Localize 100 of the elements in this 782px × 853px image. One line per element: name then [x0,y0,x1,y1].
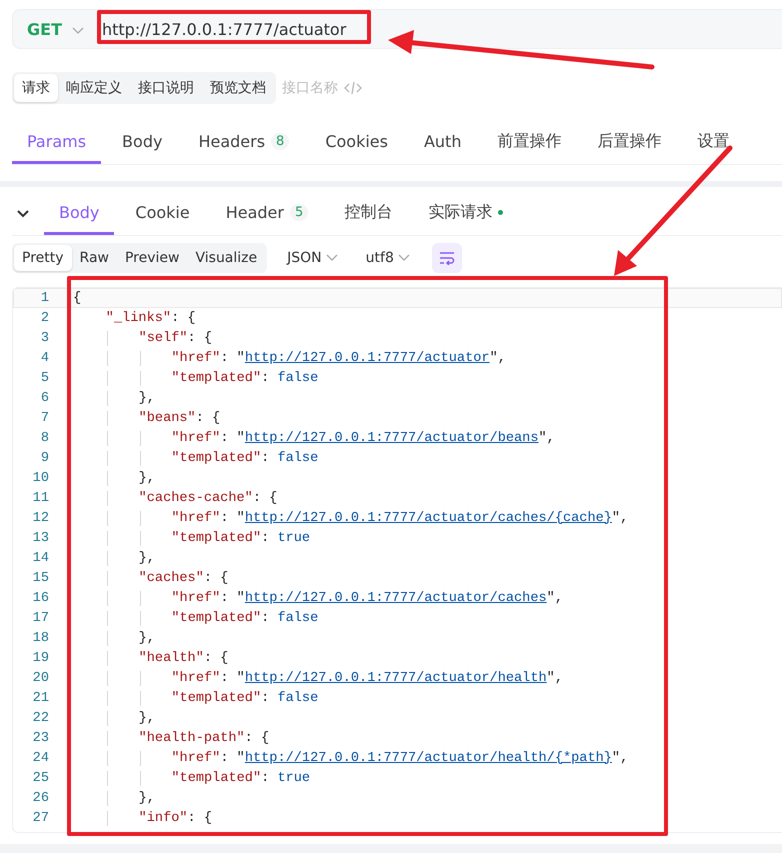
code-token: "templated" [171,770,262,786]
code-token: : " [220,510,245,526]
code-token: true [277,770,310,786]
code-token: "templated" [171,450,262,466]
code-token: true [277,530,310,546]
line-number: 20 [32,670,50,686]
code-token: "href" [171,510,220,526]
code-token: ", [538,430,555,446]
url-field[interactable]: http://127.0.0.1:7777/actuator [102,20,346,38]
line-number: 8 [40,430,50,446]
count-badge: 8 [271,133,290,150]
code-token: : [261,530,270,546]
code-token: "caches" [138,570,204,586]
code-link[interactable]: http://127.0.0.1:7777/actuator/caches/{cache} [244,510,612,526]
code-link[interactable]: http://127.0.0.1:7777/actuator/beans [244,430,539,446]
code-token: "templated" [171,530,262,546]
encoding-select[interactable]: utf8 [358,245,418,271]
code-link[interactable]: http://127.0.0.1:7777/actuator/caches [244,590,547,606]
code-token: false [277,450,318,466]
request-tab[interactable]: Headers 8 [183,122,304,164]
line-number: 12 [32,510,50,526]
response-tab[interactable]: 控制台 [329,193,408,235]
code-token: false [277,690,318,706]
line-number: 23 [32,730,50,746]
code-token: : [261,370,270,386]
request-tab[interactable]: 后置操作 [582,122,676,164]
code-token: : { [196,410,220,426]
code-token: }, [138,710,155,726]
line-number: 11 [32,490,50,506]
code-token: : [261,690,270,706]
code-token: : " [220,590,245,606]
code-token: }, [138,470,155,486]
collapse-icon[interactable] [17,210,29,218]
line-number: 3 [40,330,50,346]
code-token: }, [138,550,155,566]
mode-tab[interactable]: 请求 [14,74,58,102]
line-number: 6 [40,390,50,406]
code-token: : { [171,310,196,326]
code-token: : { [204,650,228,666]
mode-tab[interactable]: 接口说明 [130,74,202,102]
format-select[interactable]: JSON [279,245,346,271]
caret-icon [72,26,84,34]
line-number: 21 [32,690,50,706]
code-link[interactable]: http://127.0.0.1:7777/actuator/health [244,670,547,686]
code-token: "href" [171,590,220,606]
code-token: "href" [171,350,220,366]
request-tab[interactable]: 设置 [682,122,744,164]
code-token: ", [490,350,506,366]
code-token: "href" [171,670,220,686]
response-tab[interactable]: Body [44,193,114,235]
code-token: "href" [171,430,220,446]
line-number: 22 [32,710,50,726]
line-number: 24 [32,750,50,766]
line-number: 5 [40,370,50,386]
line-number: 13 [32,530,50,546]
line-number: 10 [32,470,50,486]
code-token: false [277,370,318,386]
code-token: }, [138,630,155,646]
code-token: : " [220,430,245,446]
code-token: false [277,610,318,626]
code-token: "templated" [171,610,262,626]
request-tab[interactable]: 前置操作 [482,122,576,164]
code-token: : { [204,570,228,586]
request-tab[interactable]: Params [12,122,102,164]
line-number: 27 [32,810,50,826]
line-number: 25 [32,770,50,786]
request-tab[interactable]: Cookies [310,122,403,164]
line-number: 19 [32,650,50,666]
code-token: "_links" [106,310,172,326]
code-token: "templated" [171,370,262,386]
code-link[interactable]: http://127.0.0.1:7777/actuator/health/{*path} [244,750,612,766]
view-tab[interactable]: Pretty [14,245,72,271]
code-token: : { [188,810,212,826]
code-token: ", [612,750,628,766]
wrap-icon [438,251,455,265]
code-token: "health-path" [138,730,245,746]
request-tab[interactable]: Auth [408,122,476,164]
mode-tab[interactable]: 响应定义 [58,74,130,102]
line-number: 17 [32,610,50,626]
view-tab[interactable]: Raw [72,245,117,271]
wrap-button[interactable] [432,243,462,273]
code-token: : " [220,750,245,766]
request-tab[interactable]: Body [107,122,178,164]
view-tab[interactable]: Preview [116,245,188,271]
response-tab[interactable]: Cookie [120,193,205,235]
response-tab[interactable]: 实际请求 [413,193,518,235]
code-link[interactable]: http://127.0.0.1:7777/actuator [244,350,490,366]
code-token: { [73,290,82,306]
code-token: "caches-cache" [138,490,253,506]
code-token: : [261,450,270,466]
code-token: "beans" [138,410,196,426]
code-token: : [261,610,270,626]
code-token: "health" [138,650,204,666]
mode-tab[interactable]: 预览文档 [202,74,274,102]
line-number: 15 [32,570,50,586]
code-token: : [261,770,270,786]
response-tab[interactable]: Header 5 [210,193,324,235]
view-tab[interactable]: Visualize [187,245,266,271]
code-token: ", [546,670,563,686]
line-number: 1 [40,290,50,306]
